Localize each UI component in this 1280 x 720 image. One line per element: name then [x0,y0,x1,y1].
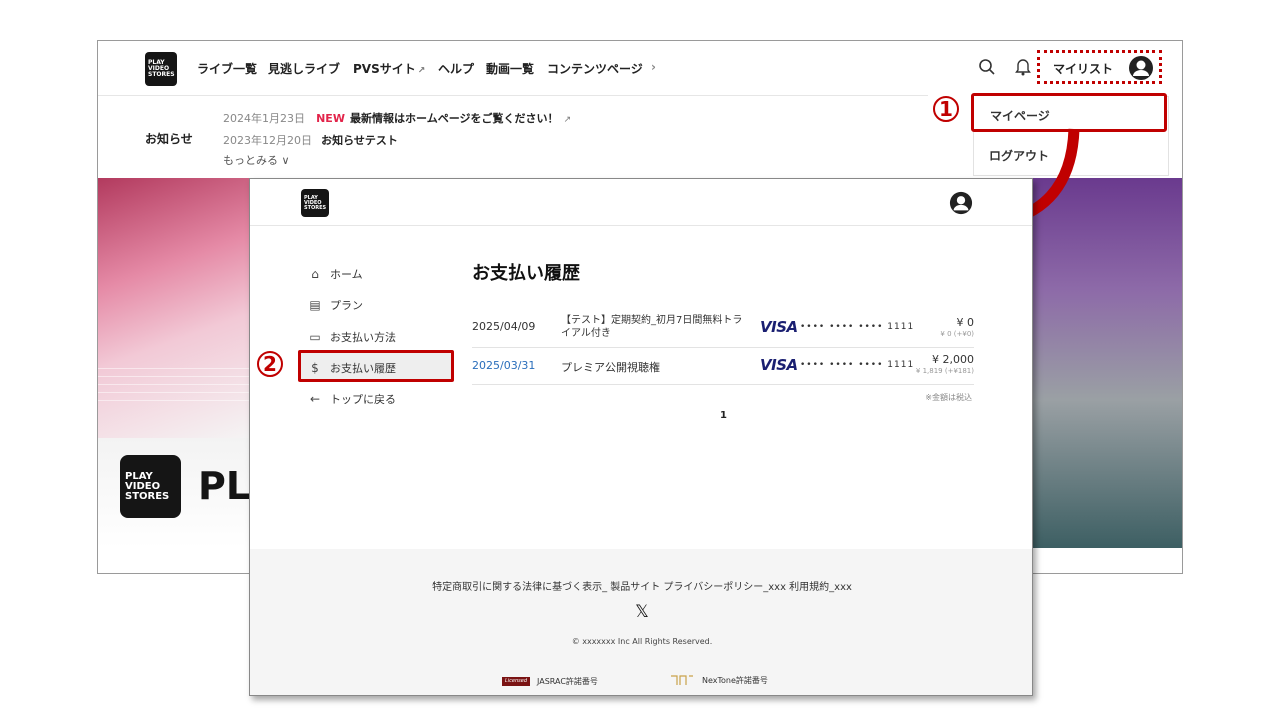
payment-date-link[interactable]: 2025/03/31 [472,359,535,372]
news-item[interactable]: 2024年1月23日 NEW 最新情報はホームページをご覧ください！ ↗ [223,107,571,126]
copyright: © xxxxxxx Inc All Rights Reserved. [571,637,713,646]
payment-amount: ¥ 0 [956,316,975,329]
payment-tax: ¥ 0 (+¥0) [940,330,974,338]
logo-text-line: STORES [304,204,327,211]
sidebar-item-label: お支払い方法 [330,331,396,344]
callout-number-1: 1 [933,96,959,122]
footer: 特定商取引に関する法律に基づく表示_ 製品サイト プライバシーポリシー_xxx … [250,549,1032,695]
logo-text-line: STORES [148,71,175,78]
nav-help[interactable]: ヘルプ [438,60,474,77]
jasrac-label: JASRAC許諾番号 [537,677,598,686]
external-link-icon: ↗ [417,66,426,76]
news-date: 2024年1月23日 [223,112,305,125]
news-item[interactable]: 2023年12月20日 お知らせテスト [223,129,398,148]
sidebar-item-label: トップに戻る [330,393,396,406]
x-logo-icon[interactable]: 𝕏 [250,602,1032,622]
sidebar-item-home[interactable]: ⌂ ホーム [308,266,363,282]
sidebar-item-plan[interactable]: ▤ プラン [308,297,363,313]
nextone-logo-icon [671,675,693,685]
nav-pvs-site[interactable]: PVSサイト ↗ [353,60,425,77]
payment-amount: ¥ 2,000 [932,353,974,366]
sidebar-item-label: ホーム [330,268,363,281]
external-link-icon: ↗ [563,115,572,125]
nav-content-page[interactable]: コンテンツページ [547,60,643,77]
news-date: 2023年12月20日 [223,134,312,147]
visa-logo: VISA [760,318,798,336]
news-text: 最新情報はホームページをご覧ください！ [350,112,559,125]
dollar-icon: $ [311,361,319,375]
news-label: お知らせ [145,132,193,146]
description-line: 【テスト】定期契約_初月7日間無料トラ [561,315,743,326]
sidebar-item-label: プラン [330,299,363,312]
arrow-left-icon: ← [309,392,321,406]
header-divider [250,225,1032,226]
home-icon: ⌂ [311,267,319,281]
plan-icon: ▤ [309,298,321,312]
site-logo[interactable]: PLAY VIDEO STORES [145,52,177,86]
tax-included-note: ※金額は税込 [925,393,972,402]
user-avatar-icon[interactable] [949,191,973,215]
nav-pvs-site-label: PVSサイト [353,62,416,76]
hero-brand-text: PL [198,464,251,508]
site-logo[interactable]: PLAY VIDEO STORES [301,189,329,217]
description-line: イアル付き [561,328,611,339]
news-more-link[interactable]: もっとみる ∨ [223,152,290,168]
payment-description: 【テスト】定期契約_初月7日間無料トラ イアル付き [561,314,742,340]
pagination-page-1[interactable]: 1 [720,410,727,421]
bell-icon[interactable] [1015,57,1031,76]
jasrac-logo-icon: Licensed [502,677,530,686]
sidebar-item-back-to-top[interactable]: ← トップに戻る [308,391,396,407]
logo-text-line: STORES [125,490,170,502]
new-badge: NEW [316,112,345,125]
footer-links[interactable]: 特定商取引に関する法律に基づく表示_ 製品サイト プライバシーポリシー_xxx … [250,578,1032,593]
dropdown-mypage-label: マイページ [990,109,1050,123]
masked-card-number: •••• •••• •••• 1111 [800,322,915,332]
header-divider [98,95,928,96]
payment-date: 2025/04/09 [472,320,536,333]
hero-brand-logo: PLAY VIDEO STORES [120,455,181,518]
masked-card-number: •••• •••• •••• 1111 [800,360,915,370]
page-title: お支払い履歴 [472,263,580,284]
hero-image-left [98,178,258,438]
sidebar-item-payment-method[interactable]: ▭ お支払い方法 [308,329,396,345]
highlight-dotted-frame [1037,50,1162,84]
sidebar-item-payment-history[interactable]: $ お支払い履歴 [308,360,396,376]
search-icon[interactable] [978,58,996,76]
logo-text-line: VIDEO [125,480,161,492]
nav-missed-live[interactable]: 見逃しライブ [268,60,340,77]
callout-number-2: 2 [257,351,283,377]
nextone-label: NexTone許諾番号 [702,676,768,685]
payment-tax: ¥ 1,819 (+¥181) [915,367,974,375]
nav-next-chevron-icon[interactable]: › [651,60,656,74]
table-row: 2025/03/31 プレミア公開視聴権 VISA •••• •••• ••••… [472,348,974,384]
payment-history-screenshot: PLAY VIDEO STORES ⌂ ホーム ▤ プラン ▭ お支払い方法 $… [249,178,1033,696]
payment-description: プレミア公開視聴権 [561,361,660,374]
nextone-license: NexTone許諾番号 [670,675,768,686]
row-divider [472,384,974,385]
table-row: 2025/04/09 【テスト】定期契約_初月7日間無料トラ イアル付き VIS… [472,305,974,347]
sidebar-item-label: お支払い履歴 [330,362,396,375]
nav-video-list[interactable]: 動画一覧 [486,60,534,77]
visa-logo: VISA [760,356,798,374]
nav-live-list[interactable]: ライブ一覧 [197,60,257,77]
jasrac-license: Licensed JASRAC許諾番号 [502,676,598,687]
logo-text-line: PLAY [125,470,153,482]
card-icon: ▭ [309,330,321,344]
news-text: お知らせテスト [321,134,398,147]
